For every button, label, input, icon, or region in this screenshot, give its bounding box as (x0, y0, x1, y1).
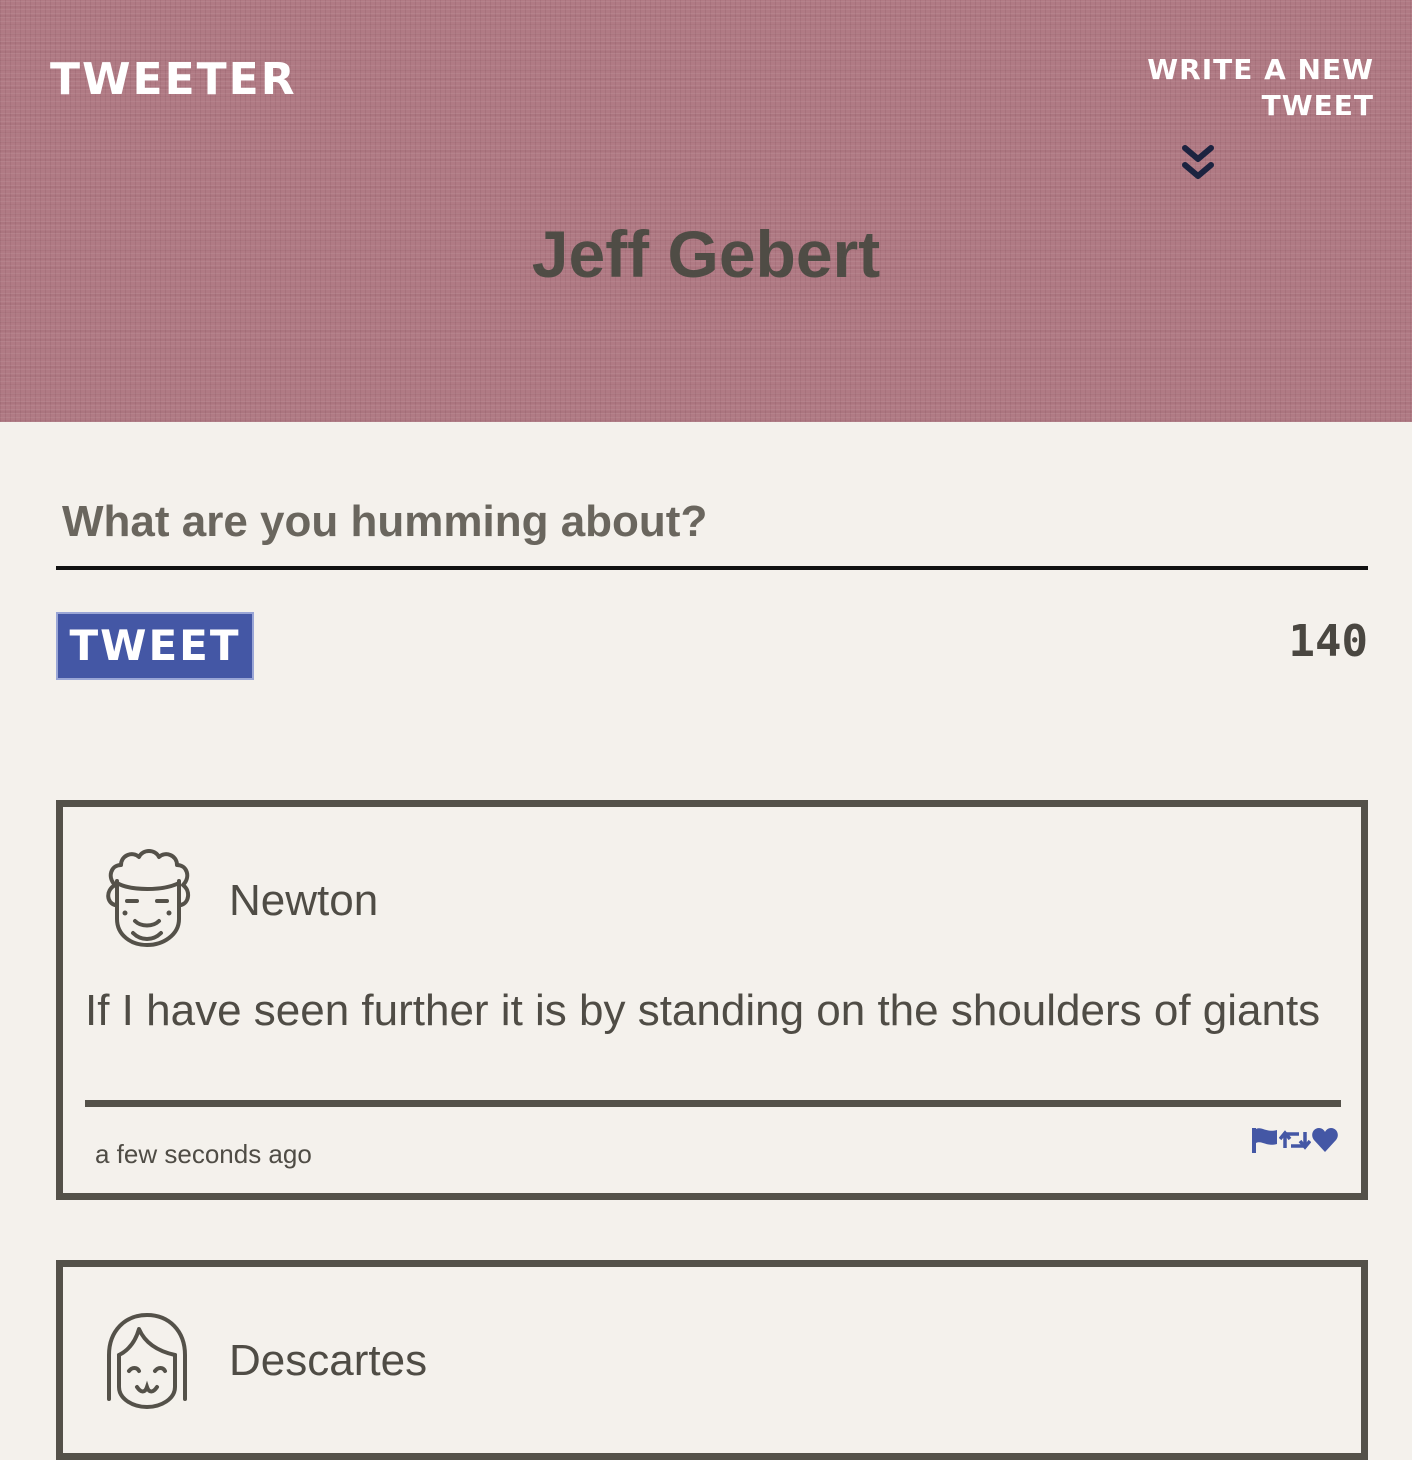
write-new-tweet-toggle[interactable]: WRITE A NEW TWEET (1034, 52, 1374, 184)
tweet-submit-button[interactable]: TWEET (56, 612, 254, 680)
tweet-header: Descartes (97, 1307, 1297, 1411)
tweet-author: Descartes (229, 1336, 428, 1385)
tweet-timestamp: a few seconds ago (95, 1139, 312, 1169)
tweet-divider (85, 1100, 1341, 1107)
tweet-actions (1250, 1125, 1339, 1155)
flag-icon[interactable] (1250, 1126, 1278, 1154)
retweet-icon[interactable] (1279, 1126, 1311, 1154)
tweet-input[interactable] (56, 478, 1368, 570)
tweet-composer: TWEET 140 (56, 478, 1368, 680)
write-new-tweet-label[interactable]: WRITE A NEW TWEET (1034, 52, 1374, 124)
tweet-text: If I have seen further it is by standing… (85, 986, 1321, 1035)
character-counter: 140 (1288, 616, 1368, 667)
chevron-double-down-icon[interactable] (1181, 144, 1215, 184)
tweet-card: Descartes (56, 1260, 1368, 1460)
composer-controls: TWEET 140 (56, 612, 1368, 680)
site-header: TWEETER WRITE A NEW TWEET Jeff Gebert (0, 0, 1412, 422)
tweet-card: Newton If I have seen further it is by s… (56, 800, 1368, 1200)
tweet-author: Newton (229, 876, 379, 925)
heart-icon[interactable] (1311, 1126, 1339, 1154)
tweet-header: Newton (97, 847, 1297, 951)
profile-name: Jeff Gebert (531, 217, 881, 291)
curly-hair-face-icon (106, 849, 190, 947)
brand-logo[interactable]: TWEETER (50, 54, 297, 106)
bob-hair-face-icon (107, 1313, 187, 1410)
